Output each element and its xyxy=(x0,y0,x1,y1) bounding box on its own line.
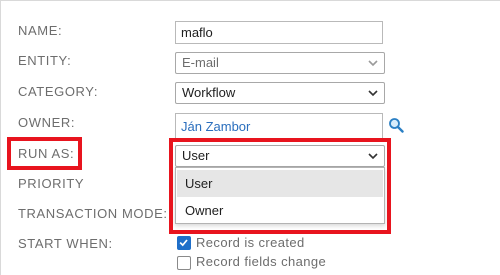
magnifier-icon[interactable] xyxy=(388,117,404,133)
chevron-down-icon xyxy=(368,60,378,67)
name-input[interactable]: maflo xyxy=(175,21,383,44)
run-as-label-highlight xyxy=(7,137,82,170)
priority-label: PRIORITY xyxy=(18,176,85,191)
chevron-down-icon xyxy=(368,90,378,97)
start-when-label: START WHEN: xyxy=(18,236,113,251)
owner-field[interactable]: Ján Zambor xyxy=(175,113,383,140)
entity-select-value: E-mail xyxy=(182,55,219,70)
panel-border-left xyxy=(0,0,1,275)
name-label: NAME: xyxy=(18,23,63,38)
transaction-mode-label: TRANSACTION MODE: xyxy=(18,206,168,221)
entity-select[interactable]: E-mail xyxy=(175,52,385,74)
owner-link[interactable]: Ján Zambor xyxy=(181,119,250,134)
category-select-value: Workflow xyxy=(182,85,236,100)
checkmark-icon xyxy=(179,239,188,247)
category-label: CATEGORY: xyxy=(18,84,99,99)
record-fields-change-checkbox[interactable] xyxy=(177,256,191,270)
run-as-select-highlight xyxy=(169,138,391,234)
category-select[interactable]: Workflow xyxy=(175,82,385,104)
record-fields-change-label[interactable]: Record fields change xyxy=(196,254,326,269)
entity-label: ENTITY: xyxy=(18,53,72,68)
record-created-checkbox[interactable] xyxy=(177,236,191,250)
workflow-settings-panel: NAME: maflo ENTITY: E-mail CATEGORY: Wor… xyxy=(0,0,500,275)
record-created-label[interactable]: Record is created xyxy=(196,235,305,250)
owner-label: OWNER: xyxy=(18,115,76,130)
panel-border-top xyxy=(0,0,500,1)
